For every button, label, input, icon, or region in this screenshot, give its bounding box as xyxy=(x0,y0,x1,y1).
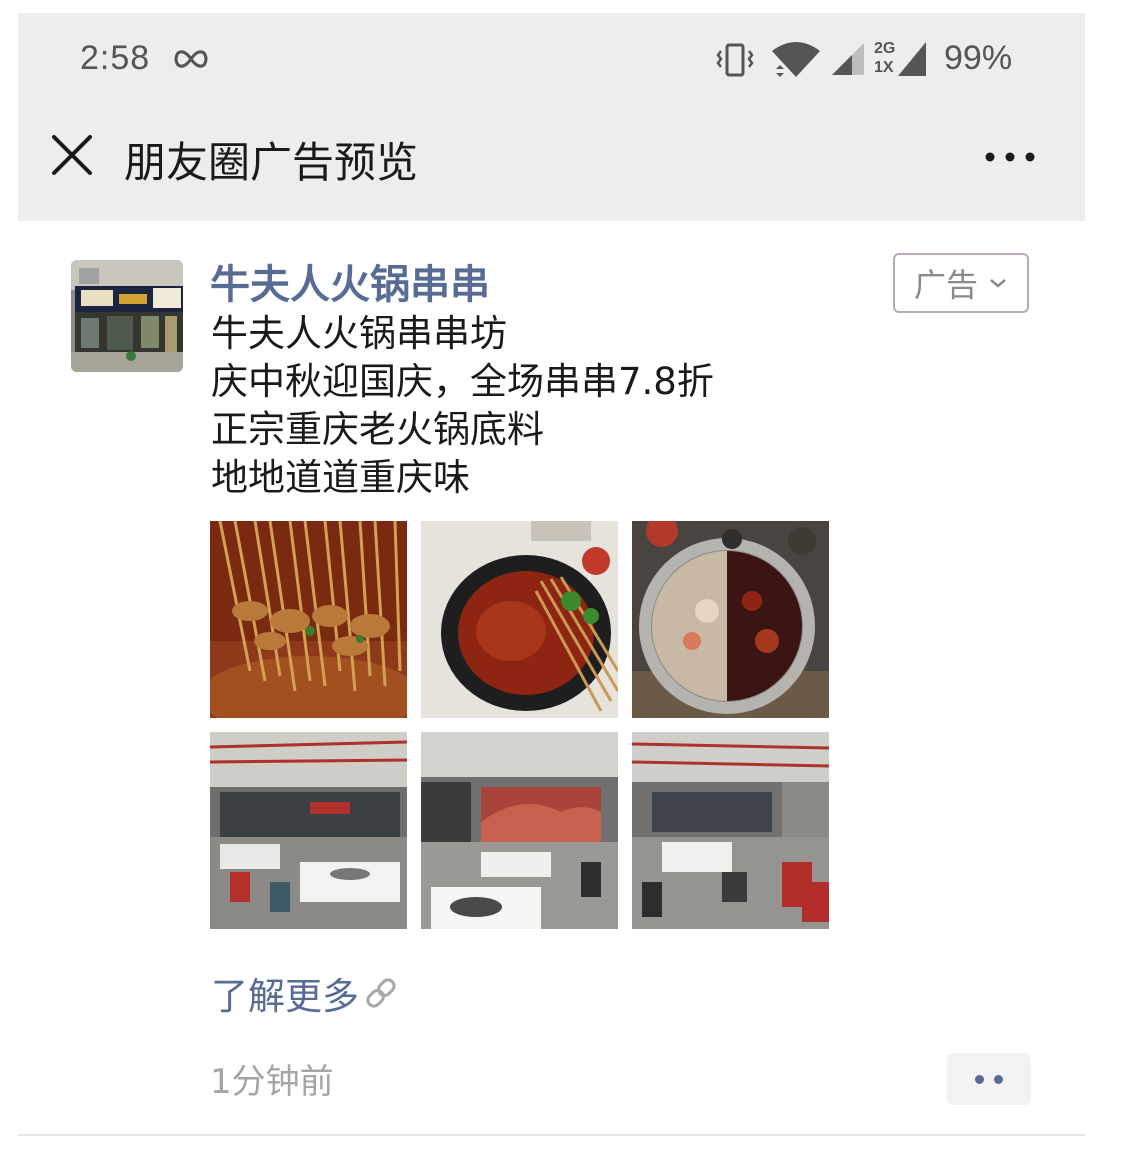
post-timestamp: 1分钟前 xyxy=(210,1062,334,1102)
action-dot-icon xyxy=(975,1074,984,1084)
advertiser-avatar[interactable] xyxy=(71,260,183,372)
skewers-in-broth-photo[interactable] xyxy=(210,521,407,718)
post-line-3: 正宗重庆老火锅底料 xyxy=(211,408,544,451)
dining-hall-photo-1[interactable] xyxy=(210,732,407,929)
advertiser-name[interactable]: 牛夫人火锅串串 xyxy=(210,252,490,310)
status-time: 2:58 xyxy=(80,39,151,77)
infinity-icon xyxy=(174,50,208,68)
signal-2g-icon: 2G 1X xyxy=(874,40,930,80)
ad-tag-button[interactable]: 广告 xyxy=(893,253,1029,313)
storefront-photo xyxy=(71,260,183,372)
top-bar: 2:58 2G 1X 99% 朋友圈广告预览 xyxy=(18,13,1085,221)
post-line-2: 庆中秋迎国庆，全场串串7.8折 xyxy=(211,360,714,403)
post-line-4: 地地道道重庆味 xyxy=(211,456,470,499)
vibrate-icon xyxy=(716,43,754,77)
wifi-icon xyxy=(772,42,820,77)
post-body: 牛夫人火锅串串坊 庆中秋迎国庆，全场串串7.8折 正宗重庆老火锅底料 地地道道重… xyxy=(211,310,714,502)
learn-more-link[interactable]: 了解更多 xyxy=(211,966,399,1020)
twin-hotpot-photo[interactable] xyxy=(632,521,829,718)
dining-hall-photo-2[interactable] xyxy=(421,732,618,929)
learn-more-label: 了解更多 xyxy=(211,975,359,1018)
dining-hall-photo-3[interactable] xyxy=(632,732,829,929)
signal-icon xyxy=(832,43,864,75)
ad-tag-label: 广告 xyxy=(913,266,978,304)
link-icon xyxy=(366,978,396,1008)
more-icon xyxy=(985,152,1035,162)
skewer-pot-photo[interactable] xyxy=(421,521,618,718)
network-type-top: 2G xyxy=(874,40,896,57)
chevron-down-icon xyxy=(990,279,1006,288)
battery-level: 99% xyxy=(944,39,1013,77)
close-icon xyxy=(52,135,92,175)
page-title: 朋友圈广告预览 xyxy=(124,138,419,187)
close-button[interactable] xyxy=(48,131,98,181)
action-dot-icon xyxy=(994,1074,1003,1084)
comment-action-button[interactable] xyxy=(947,1053,1031,1105)
post-divider xyxy=(18,1134,1085,1136)
post-line-1: 牛夫人火锅串串坊 xyxy=(211,312,507,355)
network-type-bottom: 1X xyxy=(874,59,894,76)
more-button[interactable] xyxy=(980,137,1040,177)
